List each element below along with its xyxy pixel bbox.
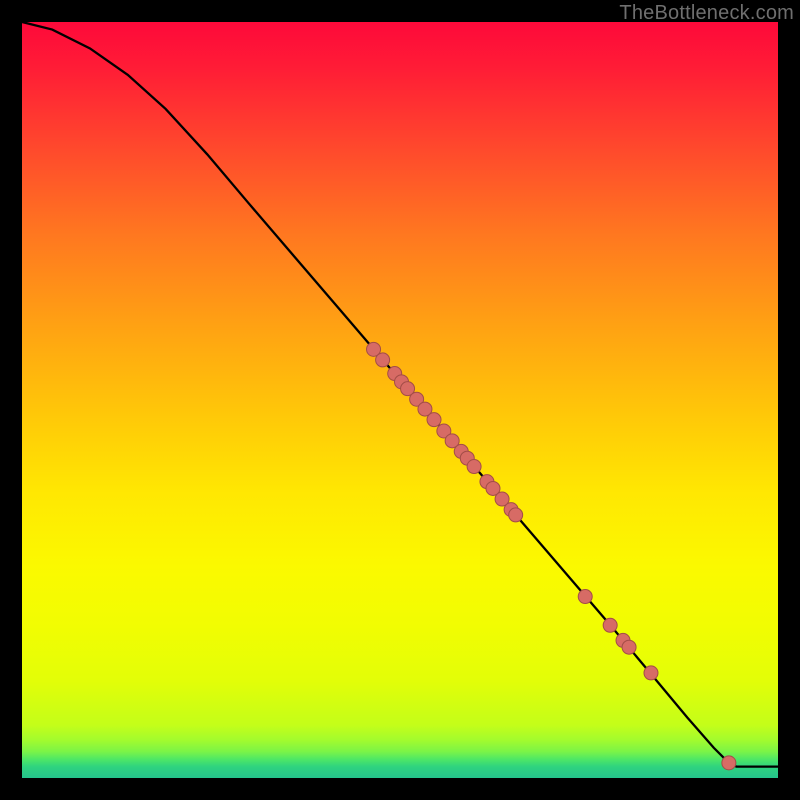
- chart-overlay: [22, 22, 778, 778]
- chart-curve: [22, 22, 778, 767]
- chart-point: [427, 413, 441, 427]
- chart-point: [603, 618, 617, 632]
- chart-point: [467, 460, 481, 474]
- chart-point: [622, 640, 636, 654]
- chart-point: [376, 353, 390, 367]
- chart-point: [509, 508, 523, 522]
- watermark-text: TheBottleneck.com: [619, 2, 794, 25]
- chart-stage: TheBottleneck.com: [0, 0, 800, 800]
- chart-point: [644, 666, 658, 680]
- chart-point: [722, 756, 736, 770]
- chart-point: [578, 590, 592, 604]
